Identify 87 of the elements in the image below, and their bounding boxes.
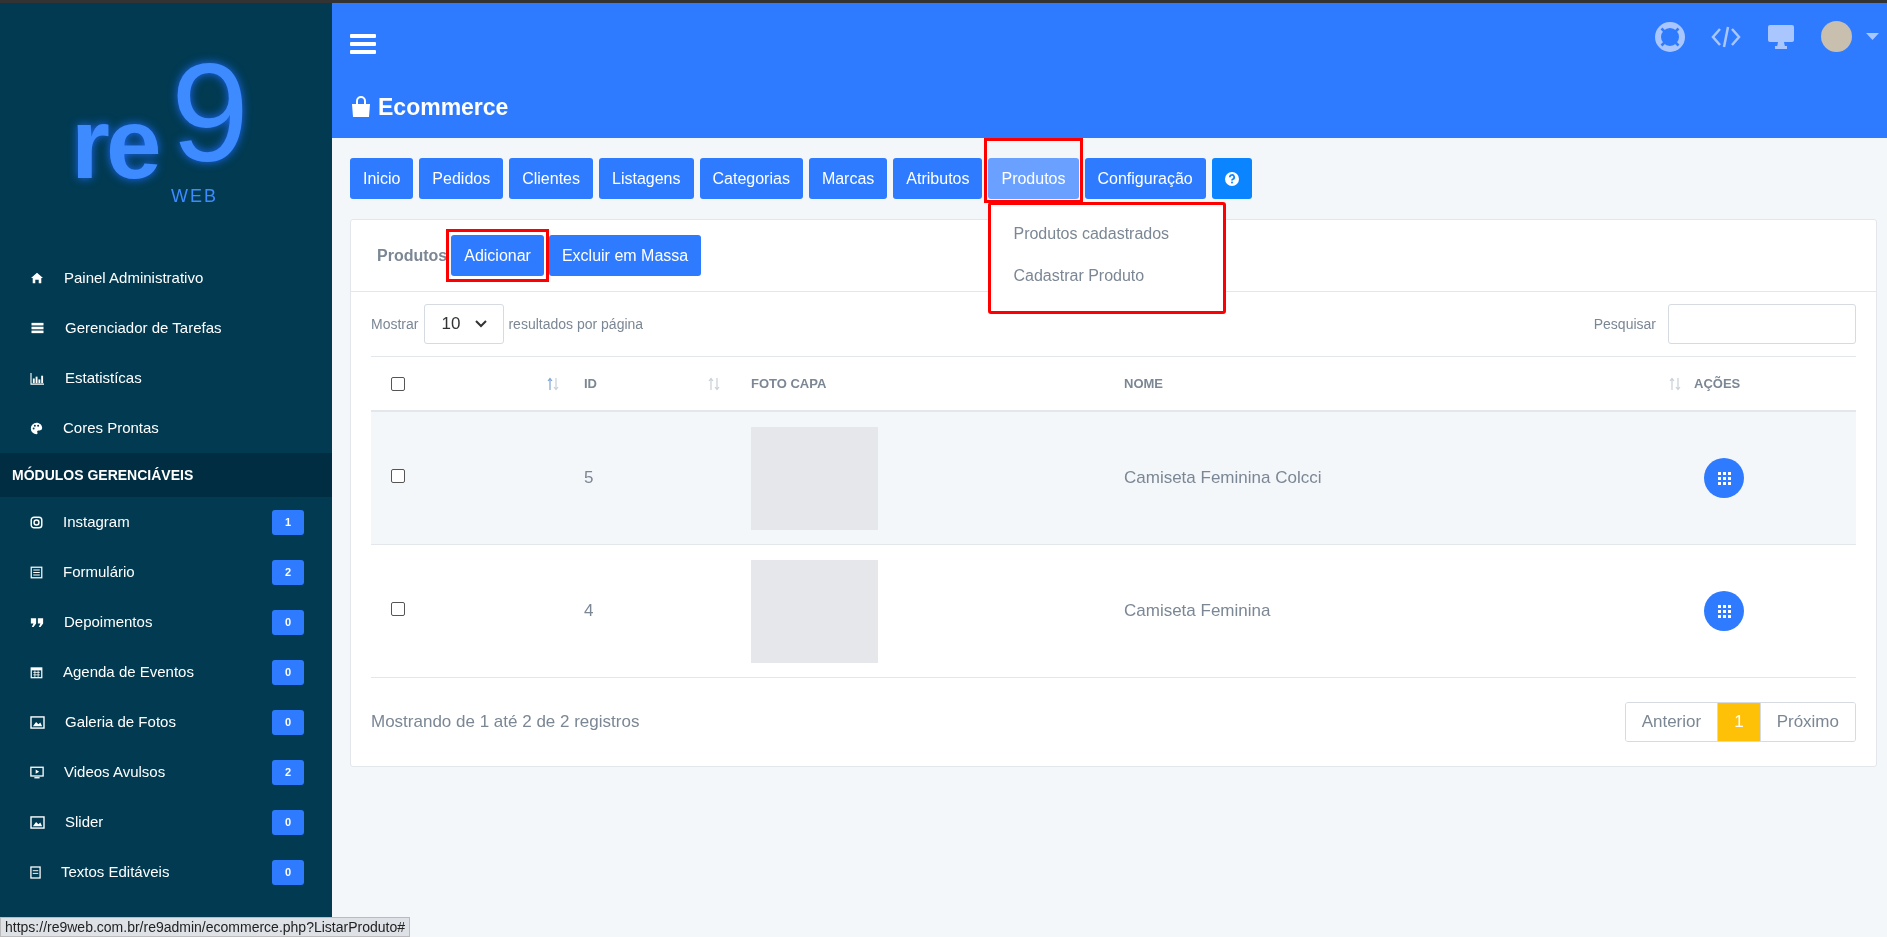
chart-icon	[30, 371, 45, 385]
page-size-select[interactable]: 10	[424, 304, 505, 344]
avatar[interactable]	[1821, 21, 1852, 52]
table-cell: 4	[584, 601, 594, 621]
column-header: ID	[584, 374, 597, 393]
form-icon	[30, 565, 43, 579]
per-page-label: resultados por página	[508, 314, 645, 334]
sidebar-item[interactable]: Formulário 2	[0, 547, 332, 597]
sidebar-item[interactable]: Estatistícas	[0, 353, 332, 403]
count-badge: 0	[272, 809, 304, 835]
logo-subtitle: WEB	[171, 185, 218, 208]
nav-tab[interactable]: Marcas	[808, 158, 888, 199]
palette-icon	[30, 421, 43, 435]
sidebar-item[interactable]: Slider 0	[0, 797, 332, 847]
sidebar-item[interactable]: Agenda de Eventos 0	[0, 647, 332, 697]
nav-tab[interactable]: Categorias	[699, 158, 803, 199]
count-badge: 2	[272, 759, 304, 785]
logo-digit: 9	[171, 43, 249, 183]
checkbox[interactable]	[391, 469, 405, 483]
column-header: AÇÕES	[1694, 375, 1741, 391]
show-label: Mostrar	[371, 314, 419, 334]
checkbox[interactable]	[391, 602, 405, 616]
document-icon	[30, 865, 41, 879]
logo-letters: re	[71, 93, 158, 193]
checkbox[interactable]	[391, 376, 405, 391]
sidebar-item[interactable]: Cores Prontas	[0, 403, 332, 453]
count-badge: 2	[272, 559, 304, 585]
nav-tab[interactable]: Clientes	[509, 158, 593, 199]
image-icon	[30, 815, 45, 829]
nav-tab[interactable]: Pedidos	[419, 158, 504, 199]
list-icon	[30, 322, 45, 334]
grid-icon	[1717, 604, 1731, 618]
nav-tab[interactable]: Produtos	[988, 158, 1079, 199]
sidebar-item[interactable]: Textos Editáveis 0	[0, 847, 332, 897]
pagination-button[interactable]: Próximo	[1759, 703, 1855, 741]
sidebar-item[interactable]: Videos Avulsos 2	[0, 747, 332, 797]
search-field[interactable]	[1668, 304, 1856, 344]
table-cell: Camiseta Feminina Colcci	[1124, 468, 1322, 488]
sidebar-item[interactable]: Painel Administrativo	[0, 253, 332, 303]
dropdown-item[interactable]: Produtos cadastrados	[991, 213, 1224, 255]
sidebar-item[interactable]: Instagram 1	[0, 497, 332, 547]
quote-icon	[30, 616, 44, 628]
menu-icon[interactable]	[350, 33, 376, 55]
count-badge: 0	[272, 859, 304, 885]
actions-button[interactable]	[1704, 458, 1744, 498]
page-title: Ecommerce	[378, 93, 509, 122]
sidebar-item[interactable]: Gerenciador de Tarefas	[0, 303, 332, 353]
table-cell: 5	[584, 468, 594, 488]
grid-icon	[1717, 471, 1731, 485]
chevron-down-icon	[475, 320, 488, 328]
panel-title: Produtos	[377, 245, 448, 266]
action-button[interactable]: Adicionar	[451, 235, 544, 276]
image-icon	[30, 715, 45, 729]
count-badge: 0	[272, 609, 304, 635]
nav-tab[interactable]: Listagens	[599, 158, 694, 199]
section-heading: MÓDULOS GERENCIÁVEIS	[0, 453, 332, 497]
column-header: FOTO CAPA	[751, 375, 827, 391]
monitor-icon[interactable]	[1767, 23, 1795, 50]
count-badge: 1	[272, 509, 304, 535]
home-icon	[30, 272, 44, 284]
help-ring-icon[interactable]	[1655, 21, 1685, 52]
sort-icon[interactable]	[1669, 376, 1681, 391]
actions-button[interactable]	[1704, 591, 1744, 631]
nav-tab[interactable]: Configuração	[1084, 158, 1206, 199]
sort-icon[interactable]	[547, 376, 559, 391]
caret-icon[interactable]	[1866, 33, 1879, 40]
count-badge: 0	[272, 659, 304, 685]
search-label: Pesquisar	[1593, 314, 1656, 334]
table-info: Mostrando de 1 até 2 de 2 registros	[371, 711, 640, 734]
sidebar-item[interactable]: Depoimentos 0	[0, 597, 332, 647]
nav-tab[interactable]: Atributos	[893, 158, 983, 199]
dropdown-item[interactable]: Cadastrar Produto	[991, 255, 1224, 297]
sidebar-item[interactable]: Galeria de Fotos 0	[0, 697, 332, 747]
column-header: NOME	[1124, 374, 1163, 393]
table-cell: Camiseta Feminina	[1124, 601, 1271, 621]
action-button[interactable]: Excluir em Massa	[548, 235, 702, 276]
help-icon	[1224, 171, 1239, 186]
calendar-icon	[30, 665, 43, 679]
help-button[interactable]	[1211, 158, 1252, 199]
status-bar-url: https://re9web.com.br/re9admin/ecommerce.php?ListarProduto#	[0, 917, 410, 937]
shopping-bag-icon	[350, 96, 372, 119]
count-badge: 0	[272, 709, 304, 735]
video-icon	[30, 765, 44, 779]
code-icon[interactable]	[1711, 24, 1741, 49]
nav-tab[interactable]: Inicio	[350, 158, 414, 199]
sort-icon[interactable]	[708, 376, 720, 391]
camera-icon	[30, 515, 43, 529]
